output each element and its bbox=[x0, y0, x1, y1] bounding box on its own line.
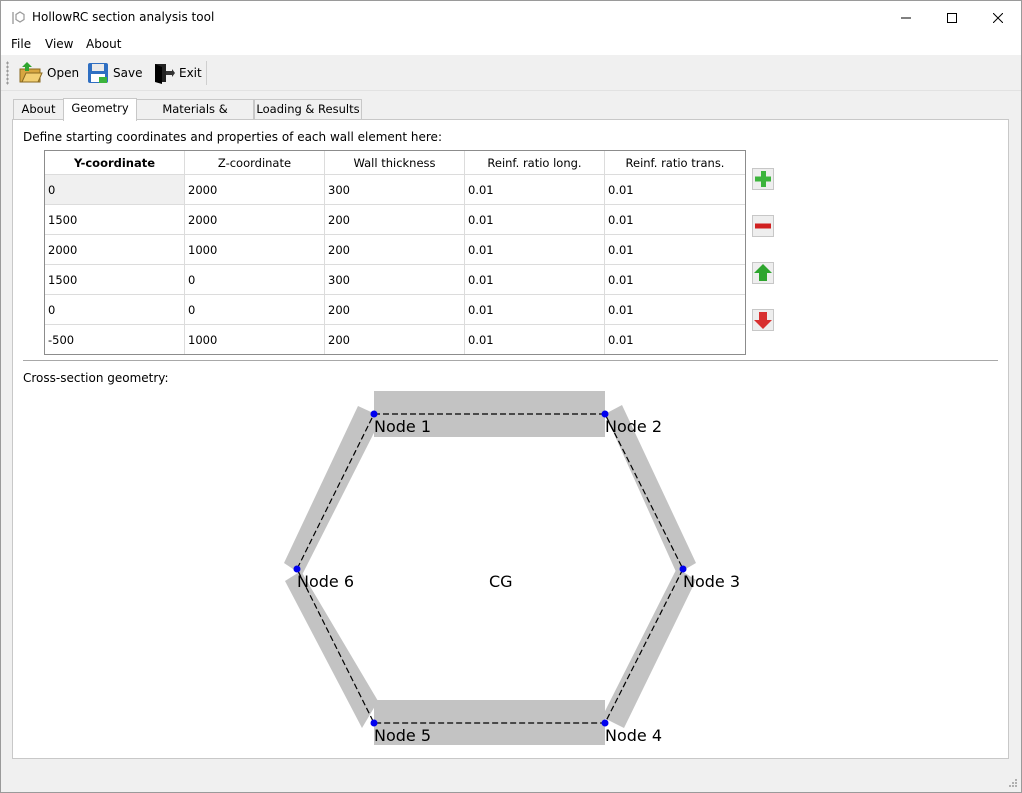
menu-file[interactable]: File bbox=[11, 37, 31, 51]
tab-materials-analysis[interactable]: Materials & Analysis bbox=[136, 99, 254, 135]
cross-section-canvas: Node 1 Node 2 Node 3 Node 4 Node 5 Node … bbox=[284, 391, 740, 745]
maximize-button[interactable] bbox=[929, 1, 975, 35]
app-window: HollowRC section analysis tool File View… bbox=[0, 0, 1022, 793]
window-title: HollowRC section analysis tool bbox=[32, 10, 215, 24]
exit-button[interactable]: Exit bbox=[153, 59, 202, 87]
door-exit-icon bbox=[155, 64, 175, 84]
toolbar-grip[interactable] bbox=[6, 61, 9, 85]
save-label: Save bbox=[113, 66, 143, 80]
toolbar-separator bbox=[206, 61, 207, 85]
wall-element-5 bbox=[285, 571, 378, 728]
floppy-disk-icon bbox=[88, 63, 108, 83]
minimize-icon bbox=[901, 17, 911, 19]
resize-grip-icon[interactable] bbox=[1006, 776, 1018, 788]
app-icon bbox=[12, 11, 25, 24]
open-label: Open bbox=[47, 66, 80, 80]
geometry-panel: Define starting coordinates and properti… bbox=[12, 119, 1009, 759]
maximize-icon bbox=[947, 13, 957, 23]
tab-geometry[interactable]: Geometry bbox=[63, 98, 137, 121]
close-button[interactable] bbox=[975, 1, 1021, 35]
wall-elements bbox=[284, 391, 696, 745]
close-icon bbox=[993, 13, 1003, 23]
menu-view[interactable]: View bbox=[45, 37, 73, 51]
node-label: Node 1 bbox=[374, 417, 431, 436]
menu-bar: File View About bbox=[1, 35, 1021, 55]
centroid-label: CG bbox=[489, 572, 513, 591]
node-label: Node 6 bbox=[297, 572, 354, 591]
save-button[interactable]: Save bbox=[87, 59, 142, 87]
node-label: Node 2 bbox=[605, 417, 662, 436]
wall-element-3 bbox=[602, 568, 696, 728]
toolbar: Open Save Exit bbox=[1, 55, 1021, 91]
folder-open-icon bbox=[19, 62, 43, 83]
open-button[interactable]: Open bbox=[19, 59, 79, 87]
menu-about[interactable]: About bbox=[86, 37, 121, 51]
title-bar[interactable]: HollowRC section analysis tool bbox=[1, 1, 1021, 35]
node-label: Node 4 bbox=[605, 726, 662, 745]
exit-label: Exit bbox=[179, 66, 202, 80]
node-label: Node 5 bbox=[374, 726, 431, 745]
minimize-button[interactable] bbox=[883, 1, 929, 35]
tab-loading-results[interactable]: Loading & Results bbox=[254, 99, 362, 120]
tab-about[interactable]: About bbox=[13, 99, 64, 120]
node-label: Node 3 bbox=[683, 572, 740, 591]
wall-element-6 bbox=[284, 406, 382, 575]
status-bar bbox=[1, 761, 1021, 791]
